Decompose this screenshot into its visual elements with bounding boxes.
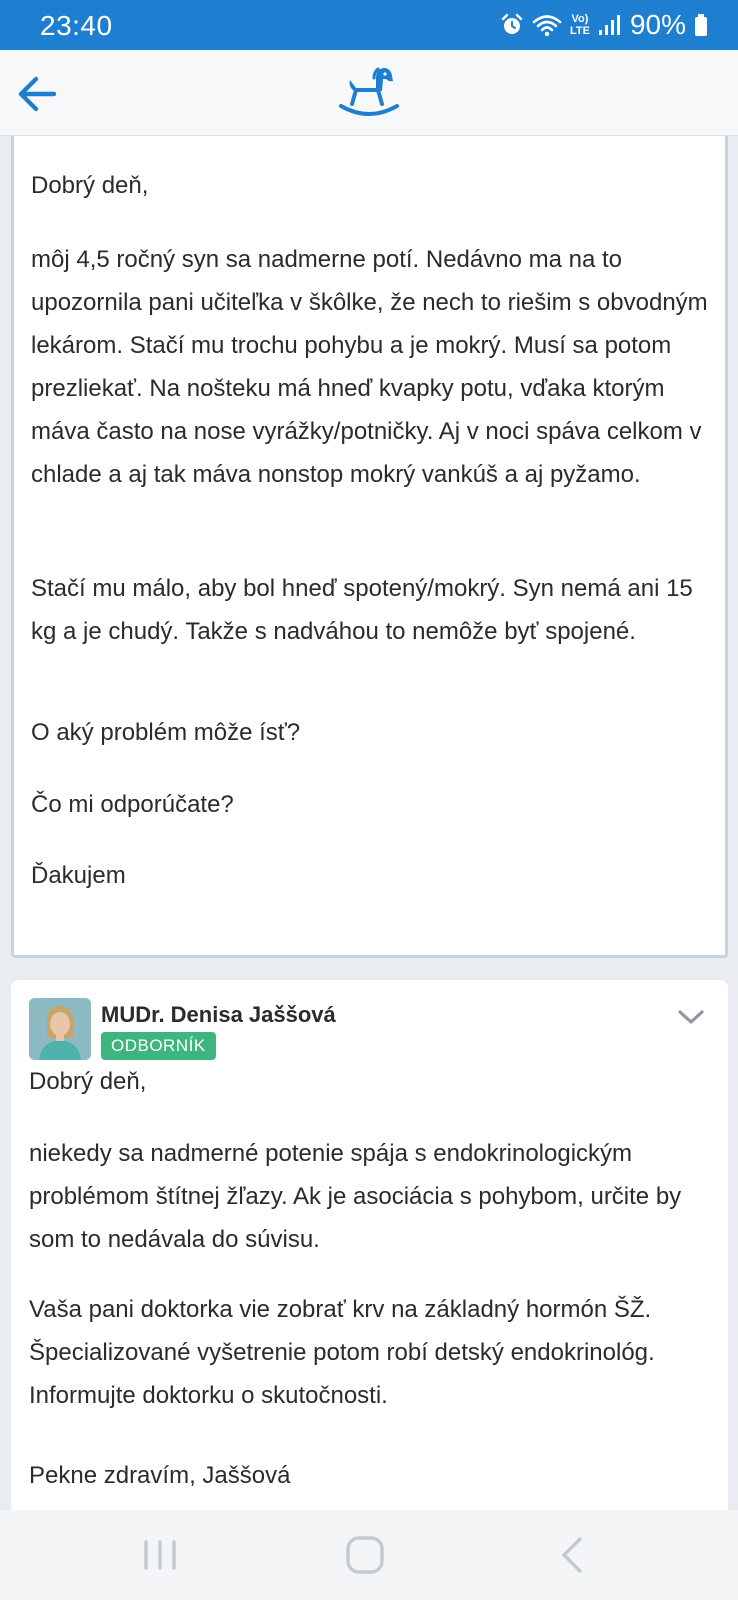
question-paragraph: O aký problém môže ísť? (31, 719, 301, 746)
volte-label: Vo) (571, 13, 589, 25)
home-icon (346, 1536, 384, 1574)
status-icons: Vo) LTE 90% (500, 9, 708, 41)
home-button[interactable] (340, 1532, 390, 1578)
question-paragraph: Ďakujem (31, 862, 126, 889)
question-paragraph: môj 4,5 ročný syn sa nadmerne potí. Nedá… (31, 246, 708, 488)
signal-icon (598, 15, 620, 35)
app-logo[interactable] (338, 64, 400, 120)
author-name[interactable]: MUDr. Denisa Jaššová (101, 1002, 336, 1028)
avatar[interactable] (29, 998, 91, 1060)
answer-greeting: Dobrý deň, (29, 1068, 147, 1095)
nav-back-button[interactable] (548, 1532, 598, 1578)
app-bar (0, 50, 738, 136)
recent-apps-button[interactable] (135, 1532, 185, 1578)
answer-card: MUDr. Denisa Jaššová ODBORNÍK Dobrý deň,… (11, 980, 728, 1540)
role-badge: ODBORNÍK (101, 1032, 216, 1060)
status-time: 23:40 (40, 10, 113, 41)
back-icon (562, 1537, 582, 1573)
alarm-icon (501, 13, 523, 34)
wifi-icon (532, 15, 562, 37)
battery-percentage: 90% (629, 9, 686, 40)
doctor-photo (29, 998, 91, 1060)
answer-paragraph: Vaša pani doktorka vie zobrať krv na zák… (29, 1296, 655, 1409)
system-nav-bar (0, 1510, 738, 1600)
question-greeting: Dobrý deň, (31, 172, 149, 199)
answer-paragraph: Pekne zdravím, Jaššová (29, 1462, 291, 1489)
answer-paragraph: niekedy sa nadmerné potenie spája s endo… (29, 1140, 682, 1253)
rocking-horse-icon (339, 67, 399, 116)
question-paragraph: Čo mi odporúčate? (31, 791, 234, 818)
chevron-down-icon (678, 1010, 704, 1024)
recent-apps-icon (144, 1540, 176, 1570)
battery-icon (695, 14, 707, 36)
collapse-button[interactable] (674, 1000, 708, 1034)
volte-icon: Vo) LTE (570, 13, 590, 37)
lte-label: LTE (569, 25, 590, 37)
question-card: Dobrý deň, môj 4,5 ročný syn sa nadmerne… (11, 136, 728, 958)
arrow-left-icon (18, 76, 57, 112)
back-button[interactable] (14, 70, 62, 118)
question-paragraph: Stačí mu málo, aby bol hneď spotený/mokr… (31, 575, 693, 645)
status-bar: 23:40 Vo) LTE 90% (0, 0, 738, 50)
